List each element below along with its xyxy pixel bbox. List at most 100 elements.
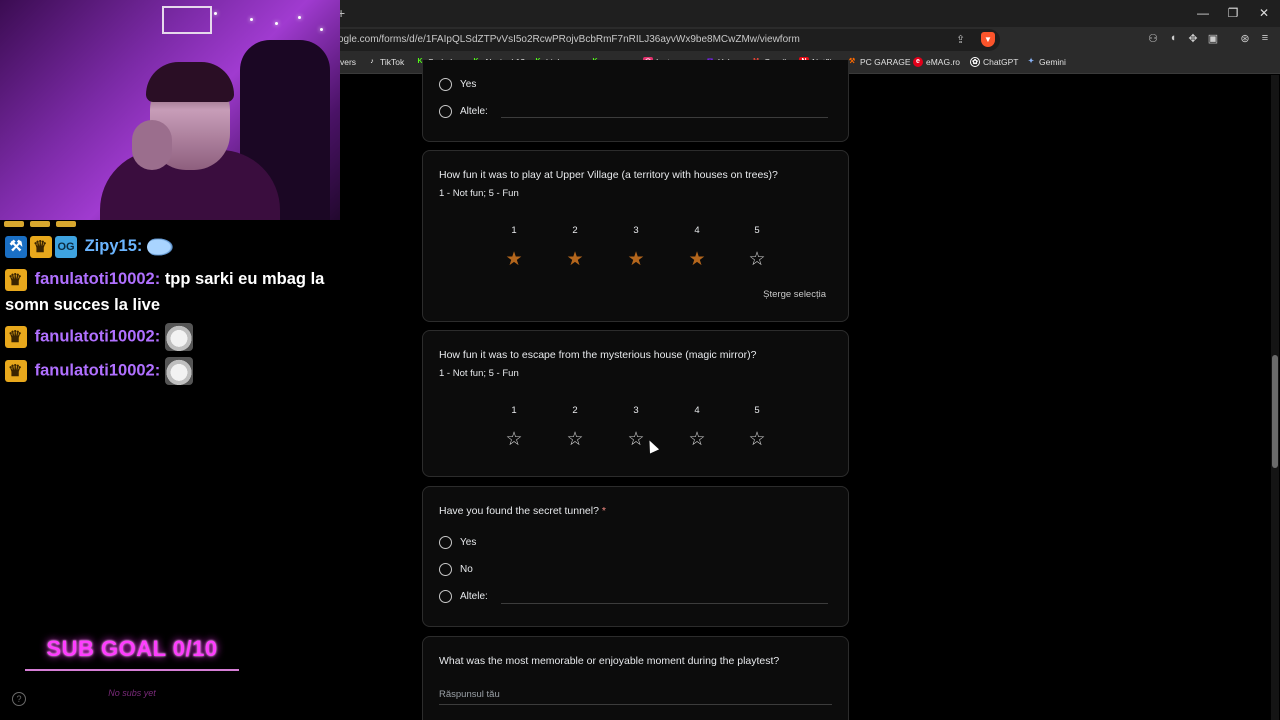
gemini-icon: ✦ [1028, 58, 1034, 65]
help-icon[interactable]: ? [12, 692, 26, 706]
emag-icon: e [913, 57, 923, 67]
cat-emote-icon [164, 357, 193, 385]
radio-option-no[interactable]: No [439, 563, 473, 576]
moderator-badge-icon: ⚒ [5, 235, 27, 258]
wing-emote-icon [146, 236, 175, 257]
bookmark-emag[interactable]: e eMAG.ro [913, 57, 960, 67]
question-description: 1 - Not fun; 5 - Fun [439, 188, 519, 199]
chat-username[interactable]: fanulatoti10002: [35, 270, 161, 288]
other-text-input[interactable] [501, 603, 828, 604]
bookmark-chatgpt[interactable]: ✿ ChatGPT [970, 57, 1018, 67]
crown-badge-icon [5, 359, 27, 385]
star-icon[interactable]: ★ [687, 250, 707, 270]
minimize-icon[interactable]: — [1193, 6, 1213, 20]
radio-button[interactable] [439, 590, 452, 603]
cat-emote-icon [164, 323, 193, 351]
chat-message: fanulatoti10002: tpp sarki eu mbag la [5, 266, 325, 294]
question-description: 1 - Not fun; 5 - Fun [439, 368, 519, 379]
audio-icon[interactable]: ◖ [1165, 32, 1181, 44]
question-card-previous: Yes Altele: [422, 60, 849, 142]
webcam-feed [0, 0, 340, 220]
question-title: Have you found the secret tunnel? * [439, 505, 606, 517]
fairy-light [214, 12, 217, 15]
clear-selection-button[interactable]: Șterge selecția [763, 289, 826, 300]
chat-username[interactable]: fanulatoti10002: [35, 361, 161, 379]
star-icon[interactable]: ★ [504, 250, 524, 270]
chatgpt-icon: ✿ [970, 57, 980, 67]
chat-scrolled-row [4, 214, 204, 227]
scale-label-4: 4 [694, 405, 700, 416]
star-icon[interactable]: ★ [626, 250, 646, 270]
sub-goal-note: No subs yet [108, 688, 156, 698]
radio-button[interactable] [439, 105, 452, 118]
close-icon[interactable]: ✕ [1254, 6, 1274, 20]
crown-badge-icon [30, 235, 52, 261]
radio-button[interactable] [439, 78, 452, 91]
extension-icon[interactable]: ⚇ [1145, 32, 1161, 45]
wallet-icon[interactable]: ⊛ [1237, 32, 1253, 45]
address-bar[interactable]: ogle.com/forms/d/e/1FAIpQLSdZTPvVsI5o2Rc… [300, 29, 1000, 51]
chat-text: somn succes la live [5, 296, 161, 314]
scale-label-5: 5 [754, 225, 760, 236]
scale-label-1: 1 [511, 225, 517, 236]
radio-button[interactable] [439, 536, 452, 549]
fairy-light [320, 28, 323, 31]
scale-label-5: 5 [754, 405, 760, 416]
share-icon[interactable]: ⇪ [956, 33, 965, 46]
chat-text: tpp sarki eu mbag la [164, 270, 325, 288]
scrollbar-thumb[interactable] [1272, 355, 1278, 468]
chat-message: fanulatoti10002: [5, 357, 193, 385]
streamer-hand [132, 120, 172, 170]
other-text-input[interactable] [501, 117, 828, 118]
bookmark-pcgarage[interactable]: ⚒ PC GARAGE [847, 57, 911, 67]
question-card-secret-tunnel: Have you found the secret tunnel? * Yes … [422, 486, 849, 627]
scale-label-2: 2 [572, 405, 578, 416]
question-card-mysterious-house: How fun it was to escape from the myster… [422, 330, 849, 477]
star-icon[interactable]: ☆ [626, 430, 646, 450]
tiktok-icon: ♪ [370, 58, 374, 65]
chat-message-continued: somn succes la live [5, 292, 160, 318]
radio-option-yes[interactable]: Yes [439, 78, 476, 91]
scale-label-4: 4 [694, 225, 700, 236]
scale-label-3: 3 [633, 405, 639, 416]
crown-badge-icon [5, 268, 27, 294]
wall-frame [162, 6, 212, 34]
chat-message: fanulatoti10002: [5, 323, 193, 351]
restore-icon[interactable]: ❐ [1223, 6, 1243, 20]
star-icon[interactable]: ☆ [747, 430, 767, 450]
radio-option-yes[interactable]: Yes [439, 536, 476, 549]
brave-shield-icon[interactable]: ▼ [981, 32, 995, 47]
answer-input[interactable]: Răspunsul tău [439, 689, 500, 700]
sub-goal-label: SUB GOAL 0/10 [46, 636, 218, 661]
star-icon[interactable]: ☆ [565, 430, 585, 450]
radio-option-other[interactable]: Altele: [439, 105, 488, 118]
fairy-light [275, 22, 278, 25]
chat-message: ⚒ OG Zipy15: [5, 233, 175, 261]
sub-goal-progress-bar [25, 669, 239, 671]
scale-label-2: 2 [572, 225, 578, 236]
url-text[interactable]: ogle.com/forms/d/e/1FAIpQLSdZTPvVsI5o2Rc… [338, 34, 800, 45]
radio-option-other[interactable]: Altele: [439, 590, 488, 603]
scale-label-1: 1 [511, 405, 517, 416]
bookmark-servers[interactable]: vers [340, 57, 356, 67]
question-card-memorable-moment: What was the most memorable or enjoyable… [422, 636, 849, 720]
chat-username[interactable]: Zipy15: [85, 237, 143, 255]
menu-icon[interactable]: ≡ [1257, 32, 1273, 44]
radio-button[interactable] [439, 563, 452, 576]
question-title: How fun it was to play at Upper Village … [439, 169, 778, 181]
scale-label-3: 3 [633, 225, 639, 236]
chat-username[interactable]: fanulatoti10002: [35, 327, 161, 345]
puzzle-icon[interactable]: ✥ [1185, 32, 1201, 45]
bookmark-tiktok[interactable]: ♪ TikTok [367, 57, 404, 67]
answer-underline [439, 704, 832, 705]
bookmark-gemini[interactable]: ✦ Gemini [1026, 57, 1066, 67]
star-icon[interactable]: ☆ [504, 430, 524, 450]
star-icon[interactable]: ☆ [687, 430, 707, 450]
star-icon[interactable]: ★ [565, 250, 585, 270]
question-title: How fun it was to escape from the myster… [439, 349, 757, 361]
star-icon[interactable]: ☆ [747, 250, 767, 270]
og-badge-icon: OG [55, 235, 77, 258]
question-card-upper-village: How fun it was to play at Upper Village … [422, 150, 849, 322]
sidebar-icon[interactable]: ▣ [1205, 32, 1221, 45]
fairy-light [250, 18, 253, 21]
